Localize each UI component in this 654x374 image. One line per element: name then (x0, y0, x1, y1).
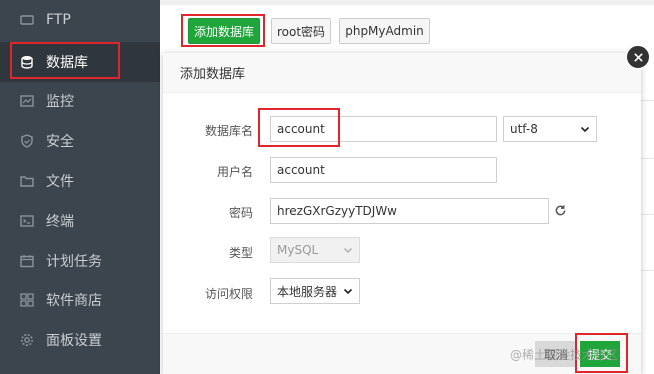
access-value: 本地服务器 (277, 284, 338, 299)
gear-icon (20, 333, 34, 347)
type-select: MySQL (270, 237, 360, 263)
sidebar-item-store[interactable]: 软件商店 (0, 280, 160, 320)
chevron-down-icon (580, 126, 590, 133)
sidebar-item-label: 数据库 (46, 55, 88, 71)
sidebar-item-label: FTP (46, 12, 71, 28)
sidebar-item-monitor[interactable]: 监控 (0, 81, 160, 121)
username-label: 用户名 (216, 165, 253, 179)
sidebar-item-settings[interactable]: 面板设置 (0, 320, 160, 360)
sidebar-item-label: 计划任务 (46, 254, 102, 270)
table-row-divider (640, 270, 654, 271)
shield-icon (20, 134, 34, 148)
close-icon (633, 52, 643, 62)
add-database-button[interactable]: 添加数据库 (188, 18, 260, 44)
sidebar-item-cron[interactable]: 计划任务 (0, 241, 160, 281)
phpmyadmin-button[interactable]: phpMyAdmin (339, 18, 430, 44)
table-row-divider (640, 214, 654, 215)
ftp-icon (20, 13, 34, 27)
password-input[interactable]: hrezGXrGzyyTDJWw (270, 198, 549, 224)
sidebar-item-label: 文件 (46, 174, 74, 190)
dialog-header: 添加数据库 (163, 53, 641, 93)
chevron-down-icon (343, 288, 353, 295)
database-icon (20, 55, 34, 69)
sidebar-item-database[interactable]: 数据库 (0, 42, 160, 82)
terminal-icon (20, 214, 34, 228)
charset-value: utf-8 (510, 122, 538, 136)
refresh-icon[interactable] (554, 204, 567, 217)
sidebar-item-label: 软件商店 (46, 293, 102, 309)
sidebar-item-label: 终端 (46, 214, 74, 230)
sidebar-item-terminal[interactable]: 终端 (0, 201, 160, 241)
password-label: 密码 (228, 206, 253, 220)
root-password-button[interactable]: root密码 (271, 18, 331, 44)
db-name-input[interactable]: account (270, 116, 497, 142)
chevron-down-icon (343, 247, 353, 254)
top-divider (160, 0, 654, 5)
type-value: MySQL (277, 243, 319, 257)
charset-select[interactable]: utf-8 (503, 116, 597, 142)
type-label: 类型 (228, 246, 253, 260)
access-label: 访问权限 (204, 287, 253, 301)
sidebar-item-files[interactable]: 文件 (0, 161, 160, 201)
monitor-icon (20, 94, 34, 108)
access-select[interactable]: 本地服务器 (270, 278, 360, 304)
watermark-text: @稀土掘金技术社区 (510, 348, 619, 362)
table-row-divider (640, 100, 654, 101)
sidebar: FTP 数据库 监控 安全 文件 终端 计划任务 软件商店 面板设置 (0, 0, 160, 374)
grid-icon (20, 293, 34, 307)
folder-icon (20, 174, 34, 188)
calendar-icon (20, 254, 34, 268)
sidebar-item-security[interactable]: 安全 (0, 121, 160, 161)
username-input[interactable]: account (270, 157, 497, 183)
dialog-title: 添加数据库 (180, 67, 246, 82)
sidebar-item-ftp[interactable]: FTP (0, 0, 160, 40)
db-name-label: 数据库名 (204, 124, 253, 138)
sidebar-item-label: 监控 (46, 94, 74, 110)
sidebar-item-label: 面板设置 (46, 333, 102, 349)
sidebar-item-label: 安全 (46, 134, 74, 150)
table-row-divider (640, 158, 654, 159)
close-button[interactable] (625, 44, 651, 70)
